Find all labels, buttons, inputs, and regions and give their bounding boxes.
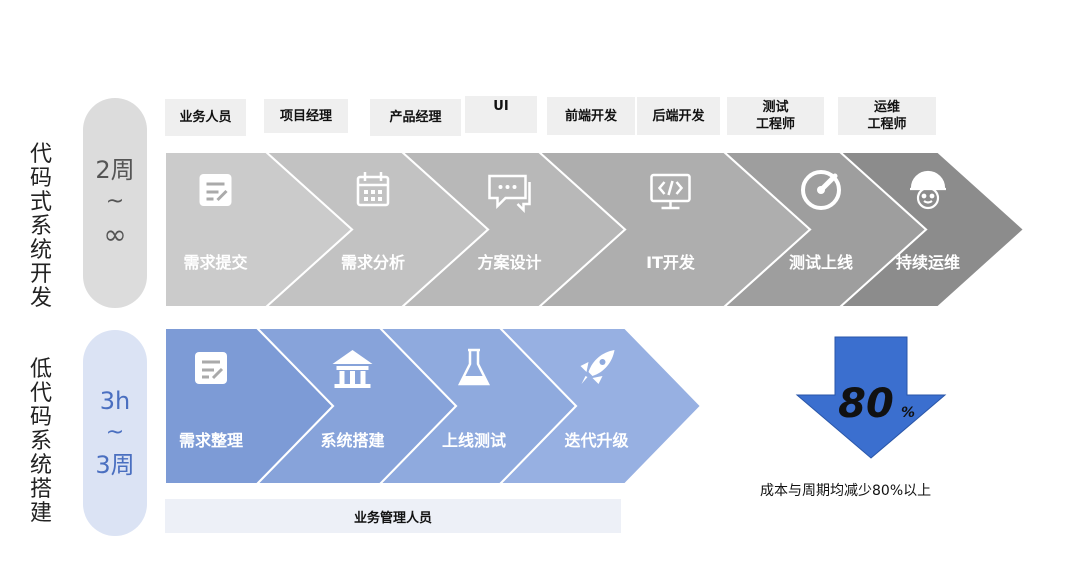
lowcode-step-label-4: 迭代升级 xyxy=(564,431,629,450)
code-dev-step-label-4: IT开发 xyxy=(646,253,696,272)
code-dev-step-label-1: 需求提交 xyxy=(183,253,247,272)
form-icon xyxy=(193,350,229,386)
reduction-value: 80 xyxy=(838,381,894,427)
reduction-unit: % xyxy=(901,405,915,421)
reduction-arrow-group: 80% xyxy=(795,336,947,459)
diagram: 代码式系统开发 低代码系统搭建 2周 ~ ∞ 3h ~ 3周 业务人员 项目经理… xyxy=(0,0,1080,582)
code-dev-step-label-2: 需求分析 xyxy=(341,253,405,272)
lowcode-step-label-1: 需求整理 xyxy=(179,431,243,450)
lowcode-step-label-2: 系统搭建 xyxy=(320,431,384,450)
manager-bar: 业务管理人员 xyxy=(165,499,621,533)
form-icon xyxy=(198,172,233,208)
code-dev-step-label-5: 测试上线 xyxy=(789,253,853,272)
reduction-note: 成本与周期均减少80%以上 xyxy=(760,483,932,499)
code-dev-step-label-3: 方案设计 xyxy=(477,253,541,272)
lowcode-step-label-3: 上线测试 xyxy=(442,431,506,450)
code-dev-step-label-6: 持续运维 xyxy=(896,253,960,272)
